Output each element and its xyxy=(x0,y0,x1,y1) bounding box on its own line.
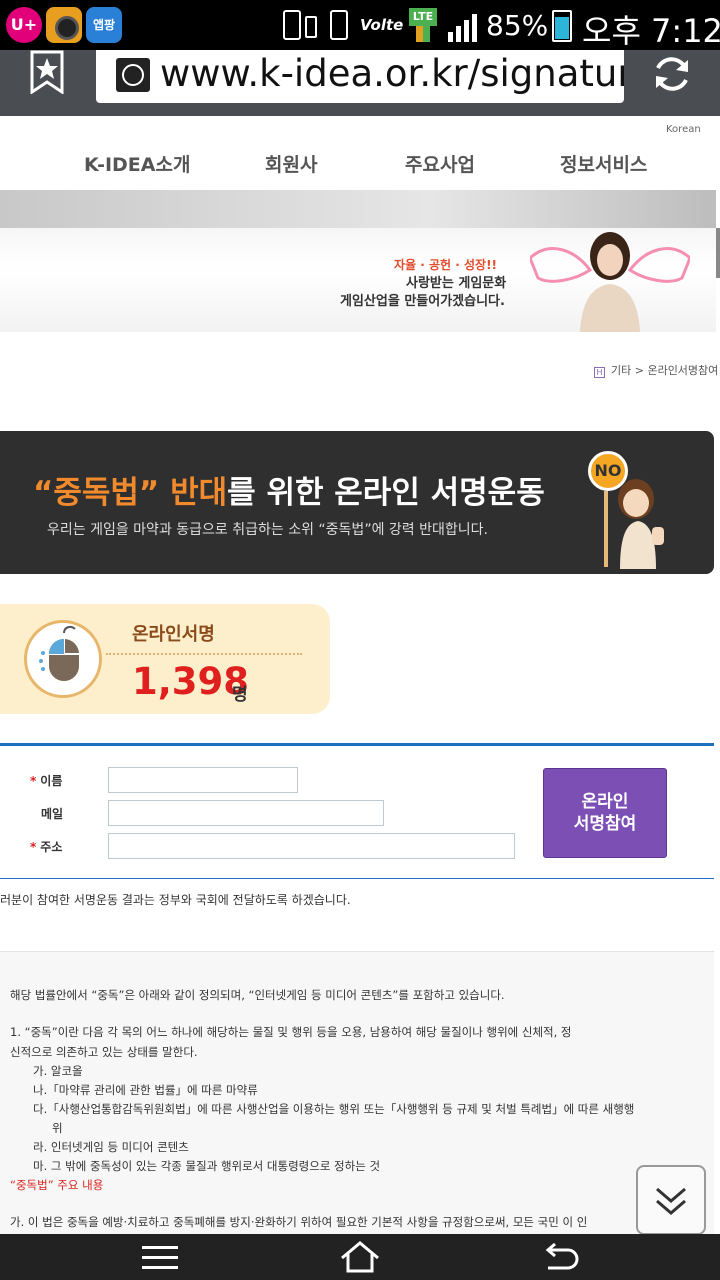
mouse-icon xyxy=(24,620,102,698)
battery-percent: 85% xyxy=(486,9,549,42)
form-bottom-divider xyxy=(0,878,714,879)
nav-item-business[interactable]: 주요사업 xyxy=(405,150,475,177)
volte-icon: Volte xyxy=(360,16,404,34)
screen-mirror-icon xyxy=(283,10,301,40)
counter-divider xyxy=(106,653,302,655)
definition-sub-ga: 가. 알코올 xyxy=(33,1064,83,1078)
definition-sub-da: 다.「사행산업통합감독위원회법」에 따른 사행산업을 이용하는 행위 또는「사행… xyxy=(33,1102,635,1116)
banner-model-image xyxy=(530,232,690,332)
campaign-subtitle: 우리는 게임을 마약과 동급으로 취급하는 소위 “중독법”에 강력 반대합니다… xyxy=(47,522,488,538)
definition-intro: 해당 법률안에서 “중독”은 아래와 같이 정의되며, “인터넷게임 등 미디어… xyxy=(10,988,505,1002)
home-icon[interactable] xyxy=(338,1240,382,1274)
address-label: * 주소 xyxy=(30,840,63,854)
apppang-app-icon: 앱팡 xyxy=(86,7,122,43)
sign-stick xyxy=(604,491,608,567)
refresh-icon[interactable] xyxy=(648,50,696,98)
vibrate-icon xyxy=(330,10,348,40)
nav-item-kidea[interactable]: K-IDEA소개 xyxy=(84,150,190,177)
form-note: 러분이 참여한 서명운동 결과는 정부와 국회에 전달하도록 하겠습니다. xyxy=(0,893,351,907)
main-content-heading: “중독법” 주요 내용 xyxy=(10,1178,104,1192)
address-bar[interactable]: www.k-idea.or.kr/signatur xyxy=(96,50,624,103)
name-label: * 이름 xyxy=(30,774,63,788)
banner-text-1: 사랑받는 게임문화 xyxy=(406,276,507,291)
data-arrows-icon xyxy=(416,26,430,42)
law-definition-box: 해당 법률안에서 “중독”은 아래와 같이 정의되며, “인터넷게임 등 미디어… xyxy=(0,951,714,1234)
campaign-title: “중독법” 반대를 위한 온라인 서명운동 xyxy=(33,467,545,512)
campaign-title-rest: 를 위한 온라인 서명운동 xyxy=(227,475,545,511)
hero-banner: 자율 · 공헌 · 성장!! 사랑받는 게임문화 게임산업을 만들어가겠습니다. xyxy=(0,228,716,332)
scrollbar[interactable] xyxy=(716,228,720,278)
definition-item-1-cont: 신적으로 의존하고 있는 상태를 말한다. xyxy=(10,1045,198,1059)
back-icon[interactable] xyxy=(540,1242,580,1272)
status-bar: U+ 앱팡 Volte LTE 85% 오후 7:12 xyxy=(0,0,720,50)
signal-icon xyxy=(448,12,480,42)
browser-toolbar: www.k-idea.or.kr/signatur xyxy=(0,50,720,116)
form-top-divider xyxy=(0,743,714,746)
campaign-banner: “중독법” 반대를 위한 온라인 서명운동 우리는 게임을 마약과 동급으로 취… xyxy=(0,431,714,574)
nav-item-members[interactable]: 회원사 xyxy=(265,150,317,177)
online-sign-submit-button[interactable]: 온라인 서명참여 xyxy=(543,768,667,858)
language-link[interactable]: Korean xyxy=(666,124,701,135)
scroll-down-button[interactable] xyxy=(636,1165,706,1235)
camera-app-icon xyxy=(46,7,82,43)
email-label: 메일 xyxy=(41,807,64,821)
counter-label: 온라인서명 xyxy=(132,624,215,645)
definition-item-1: 1. “중독”이란 다음 각 목의 어느 하나에 해당하는 물질 및 행위 등을… xyxy=(10,1025,572,1039)
nav-item-info-service[interactable]: 정보서비스 xyxy=(560,150,647,177)
banner-slogan: 자율 · 공헌 · 성장!! xyxy=(394,258,498,272)
definition-sub-ra: 라. 인터넷게임 등 미디어 콘텐츠 xyxy=(33,1140,189,1154)
header-band xyxy=(0,190,716,228)
definition-sub-ma: 마. 그 밖에 중독성이 있는 각종 물질과 행위로서 대통령령으로 정하는 것 xyxy=(33,1159,381,1173)
phone-small-icon xyxy=(305,16,317,38)
breadcrumb-text: 기타 > 온라인서명참여 xyxy=(611,364,719,377)
counter-unit: 명 xyxy=(232,685,248,705)
url-text[interactable]: www.k-idea.or.kr/signatur xyxy=(160,52,624,95)
campaign-title-highlight: “중독법” 반대 xyxy=(33,475,228,511)
clock: 오후 7:12 xyxy=(582,12,720,50)
required-mark: * xyxy=(30,774,37,788)
lte-icon: LTE xyxy=(409,8,437,26)
signature-counter: 온라인서명 1,398 명 xyxy=(0,604,330,714)
double-chevron-down-icon xyxy=(656,1187,686,1215)
breadcrumb: H 기타 > 온라인서명참여 xyxy=(594,362,718,378)
definition-sub-na: 나.「마약류 관리에 관한 법률」에 따른 마약류 xyxy=(33,1083,258,1097)
banner-text-2: 게임산업을 만들어가겠습니다. xyxy=(340,294,505,309)
name-input[interactable] xyxy=(108,767,298,793)
main-content-para-ga: 가. 이 법은 중독을 예방·치료하고 중독폐해를 방지·완화하기 위하여 필요… xyxy=(10,1215,588,1229)
menu-icon[interactable] xyxy=(142,1246,178,1270)
definition-sub-da-cont: 위 xyxy=(52,1121,63,1135)
email-input[interactable] xyxy=(108,800,384,826)
protest-character-image xyxy=(618,479,664,569)
globe-icon xyxy=(116,58,150,92)
system-navigation-bar xyxy=(0,1234,720,1280)
uplus-app-icon: U+ xyxy=(6,7,42,43)
bookmark-star-icon[interactable] xyxy=(28,50,68,95)
required-mark: * xyxy=(30,840,37,854)
home-icon[interactable]: H xyxy=(594,367,605,378)
battery-icon xyxy=(552,10,572,42)
site-header: Korean K-IDEA소개 회원사 주요사업 정보서비스 xyxy=(0,116,720,190)
address-input[interactable] xyxy=(108,833,515,859)
